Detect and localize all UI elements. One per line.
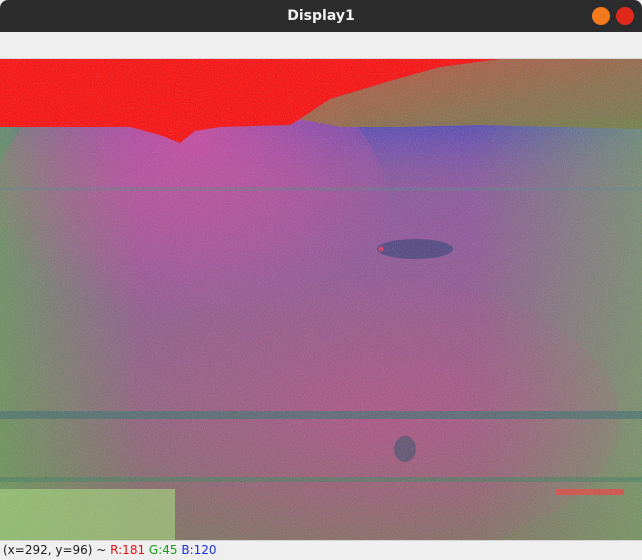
title-bar[interactable]: Display1 (0, 0, 642, 32)
displayed-image (0, 59, 642, 540)
image-viewer-window: Display1 (x=292, y=96) ~ R:181 G:45 B:12… (0, 0, 642, 560)
minimize-icon[interactable] (592, 7, 610, 25)
red-value: R:181 (110, 543, 146, 557)
toolbar (0, 32, 642, 59)
green-value: G:45 (148, 543, 178, 557)
window-title: Display1 (287, 8, 355, 24)
cursor-coordinates: (x=292, y=96) ~ (3, 543, 111, 557)
status-bar: (x=292, y=96) ~ R:181 G:45 B:120 (0, 540, 642, 560)
blue-value: B:120 (181, 543, 217, 557)
close-icon[interactable] (616, 7, 634, 25)
image-canvas[interactable] (0, 59, 642, 540)
